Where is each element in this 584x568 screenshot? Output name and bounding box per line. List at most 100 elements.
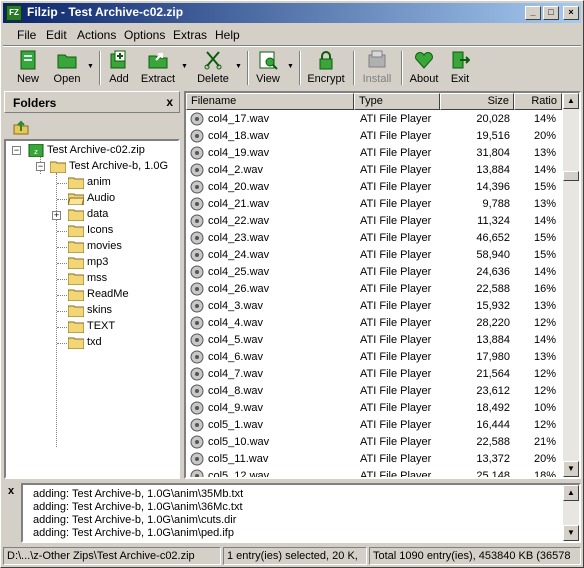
file-row[interactable]: col5_11.wav ATI File Player 13,372 20% [186,451,562,468]
folder-icon [68,321,84,333]
scroll-thumb[interactable] [563,171,579,181]
folder-icon [68,241,84,253]
file-ratio: 14% [533,164,556,176]
about-button[interactable]: About [405,48,443,88]
file-size: 19,516 [476,130,510,142]
scroll-down-button[interactable]: ▼ [563,461,579,477]
file-row[interactable]: col4_20.wav ATI File Player 14,396 15% [186,179,562,196]
file-row[interactable]: col4_25.wav ATI File Player 24,636 14% [186,264,562,281]
menu-help[interactable]: Help [215,28,240,42]
extract-button[interactable]: Extract [137,48,179,88]
file-row[interactable]: col4_19.wav ATI File Player 31,804 13% [186,145,562,162]
svg-text:z: z [34,148,38,156]
file-row[interactable]: col4_22.wav ATI File Player 11,324 14% [186,213,562,230]
log-close-button[interactable]: x [8,485,14,497]
file-type: ATI File Player [360,266,432,278]
tree-connector [57,295,67,296]
encrypt-button[interactable]: Encrypt [303,48,349,88]
status-bar: D:\...\z-Other Zips\Test Archive-c02.zip… [3,546,581,566]
expand-toggle[interactable]: + [52,211,61,220]
open-folder-icon [68,193,84,205]
scroll-up-button[interactable]: ▲ [563,485,579,501]
file-ratio: 13% [533,351,556,363]
file-row[interactable]: col4_7.wav ATI File Player 21,564 12% [186,366,562,383]
audio-file-icon [190,367,204,381]
file-row[interactable]: col5_10.wav ATI File Player 22,588 21% [186,434,562,451]
open-dropdown-arrow[interactable]: ▼ [87,63,94,70]
file-row[interactable]: col4_6.wav ATI File Player 17,980 13% [186,349,562,366]
column-header-type[interactable]: Type [354,93,440,110]
menu-actions[interactable]: Actions [77,28,116,42]
file-ratio: 13% [533,300,556,312]
up-folder-icon[interactable] [13,119,29,135]
menu-options[interactable]: Options [124,28,165,42]
file-row[interactable]: col5_1.wav ATI File Player 16,444 12% [186,417,562,434]
file-row[interactable]: col4_3.wav ATI File Player 15,932 13% [186,298,562,315]
audio-file-icon [190,401,204,415]
file-row[interactable]: col4_4.wav ATI File Player 28,220 12% [186,315,562,332]
folder-icon [68,305,84,317]
file-name: col4_18.wav [208,130,270,142]
file-row[interactable]: col4_2.wav ATI File Player 13,884 14% [186,162,562,179]
log-scrollbar[interactable]: ▲ ▼ [563,485,579,541]
tree-connector [57,343,67,344]
audio-file-icon [190,418,204,432]
collapse-toggle[interactable]: − [12,146,21,155]
extract-dropdown-arrow[interactable]: ▼ [181,63,188,70]
folders-close-button[interactable]: x [166,95,173,109]
file-type: ATI File Player [360,368,432,380]
file-size: 31,804 [476,147,510,159]
open-button[interactable]: Open [49,48,85,88]
menu-extras[interactable]: Extras [173,28,207,42]
add-button[interactable]: Add [103,48,135,88]
view-button[interactable]: View [251,48,285,88]
install-icon [368,50,386,68]
audio-file-icon [190,265,204,279]
audio-file-icon [190,146,204,160]
file-ratio: 14% [533,334,556,346]
install-button[interactable]: Install [357,48,397,88]
menu-file[interactable]: File [17,28,36,42]
file-row[interactable]: col4_5.wav ATI File Player 13,884 14% [186,332,562,349]
file-type: ATI File Player [360,232,432,244]
column-header-filename[interactable]: Filename [186,93,354,110]
file-row[interactable]: col4_9.wav ATI File Player 18,492 10% [186,400,562,417]
filzip-icon[interactable]: FZ [6,5,22,21]
file-size: 21,564 [476,368,510,380]
delete-dropdown-arrow[interactable]: ▼ [235,63,242,70]
file-row[interactable]: col4_21.wav ATI File Player 9,788 13% [186,196,562,213]
file-row[interactable]: col4_17.wav ATI File Player 20,028 14% [186,111,562,128]
collapse-toggle[interactable]: − [36,162,45,171]
column-header-size[interactable]: Size [440,93,514,110]
file-ratio: 15% [533,249,556,261]
file-type: ATI File Player [360,283,432,295]
file-list-scrollbar[interactable]: ▲ ▼ [563,93,579,477]
file-name: col5_1.wav [208,419,264,431]
file-row[interactable]: col4_23.wav ATI File Player 46,652 15% [186,230,562,247]
extract-icon [148,53,168,69]
maximize-button[interactable]: □ [543,6,559,20]
minimize-button[interactable]: _ [525,6,541,20]
file-row[interactable]: col4_26.wav ATI File Player 22,588 16% [186,281,562,298]
view-dropdown-arrow[interactable]: ▼ [287,63,294,70]
file-name: col4_5.wav [208,334,264,346]
file-type: ATI File Player [360,113,432,125]
audio-file-icon [190,452,204,466]
file-type: ATI File Player [360,198,432,210]
folder-icon [68,225,84,237]
file-name: col4_24.wav [208,249,270,261]
audio-file-icon [190,180,204,194]
menu-edit[interactable]: Edit [46,28,67,42]
file-row[interactable]: col4_8.wav ATI File Player 23,612 12% [186,383,562,400]
file-row[interactable]: col5_12.wav ATI File Player 25,148 18% [186,468,562,477]
title-bar[interactable]: FZ Filzip - Test Archive-c02.zip _ □ × [3,3,581,23]
file-row[interactable]: col4_18.wav ATI File Player 19,516 20% [186,128,562,145]
column-header-ratio[interactable]: Ratio [514,93,562,110]
close-button[interactable]: × [563,6,579,20]
scroll-up-button[interactable]: ▲ [563,93,579,109]
new-button[interactable]: New [7,48,49,88]
scroll-down-button[interactable]: ▼ [563,525,579,541]
delete-button[interactable]: Delete [193,48,233,88]
exit-button[interactable]: Exit [445,48,475,88]
file-row[interactable]: col4_24.wav ATI File Player 58,940 15% [186,247,562,264]
